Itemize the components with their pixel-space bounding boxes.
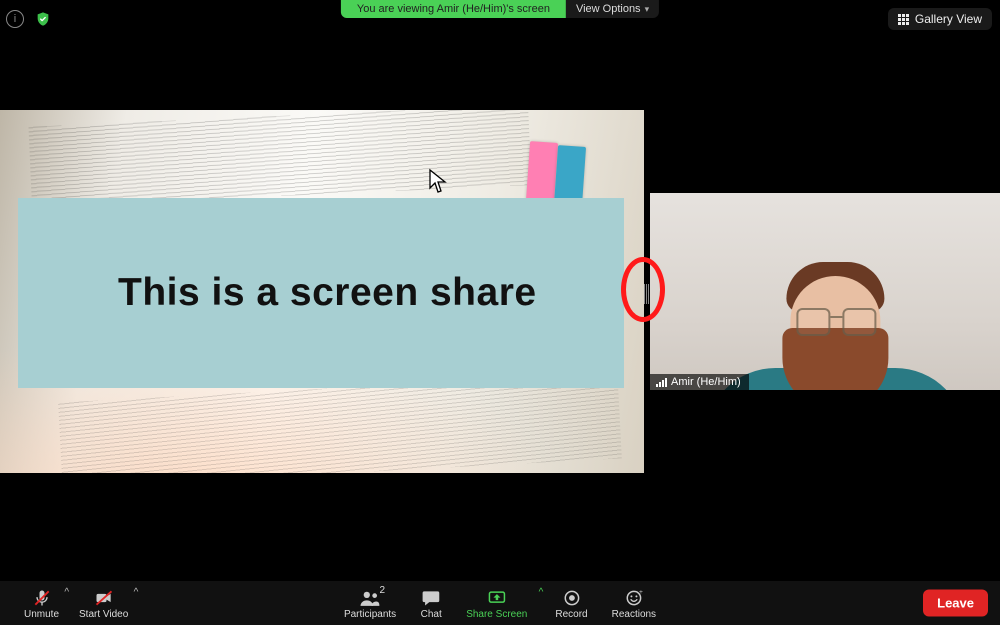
leave-button[interactable]: Leave [923,590,988,617]
record-button[interactable]: Record [543,585,599,622]
slide-banner: This is a screen share [18,198,624,388]
share-screen-button[interactable]: ^ Share Screen [454,585,543,622]
participant-name-tag: Amir (He/Him) [650,374,749,390]
encryption-shield-icon[interactable] [34,10,52,28]
microphone-muted-icon [31,588,53,608]
svg-text:+: + [639,588,643,595]
participants-icon [359,588,381,608]
share-screen-icon [486,588,508,608]
start-video-button[interactable]: ^ Start Video [67,585,136,622]
start-video-label: Start Video [79,609,128,620]
chat-label: Chat [421,609,442,620]
signal-icon [656,377,667,387]
top-bar: i You are viewing Amir (He/Him)'s screen… [0,0,1000,32]
reactions-icon: + [623,588,645,608]
grid-icon [898,14,909,25]
participant-avatar-illustration [705,258,965,390]
participant-video-tile[interactable]: Amir (He/Him) [650,193,1000,390]
record-icon [560,588,582,608]
top-right-controls: Gallery View [888,8,992,30]
view-options-label: View Options [576,3,641,15]
gallery-view-label: Gallery View [915,12,982,26]
screen-share-banner: You are viewing Amir (He/Him)'s screen [341,0,566,18]
participants-count: 2 [380,585,386,596]
annotation-circle [621,257,665,322]
participant-name: Amir (He/Him) [671,376,741,388]
cursor-icon [428,168,448,199]
reactions-label: Reactions [612,609,656,620]
camera-off-icon [93,588,115,608]
center-toolbar-group: 2 Participants Chat ^ Share Screen [332,581,668,625]
leave-label: Leave [937,596,974,611]
participants-button[interactable]: 2 Participants [332,585,408,622]
page-tab-pink [526,141,558,203]
share-screen-label: Share Screen [466,609,527,620]
meeting-content: This is a screen share Amir (He/Him) [0,110,1000,473]
gallery-view-button[interactable]: Gallery View [888,8,992,30]
record-label: Record [555,609,587,620]
chevron-down-icon: ▾ [645,4,650,15]
top-center-banner: You are viewing Amir (He/Him)'s screen V… [341,0,659,18]
chat-button[interactable]: Chat [408,585,454,622]
slide-title: This is a screen share [118,271,537,315]
reactions-button[interactable]: + Reactions [600,585,668,622]
shared-screen-pane[interactable]: This is a screen share [0,110,644,473]
participants-label: Participants [344,609,396,620]
unmute-label: Unmute [24,609,59,620]
unmute-button[interactable]: ^ Unmute [12,585,67,622]
chevron-up-icon[interactable]: ^ [134,587,139,598]
chat-icon [420,588,442,608]
meeting-toolbar: ^ Unmute ^ Start Video 2 Pa [0,581,1000,625]
top-left-controls: i [6,10,52,28]
view-options-dropdown[interactable]: View Options ▾ [566,0,659,18]
meeting-info-button[interactable]: i [6,10,24,28]
